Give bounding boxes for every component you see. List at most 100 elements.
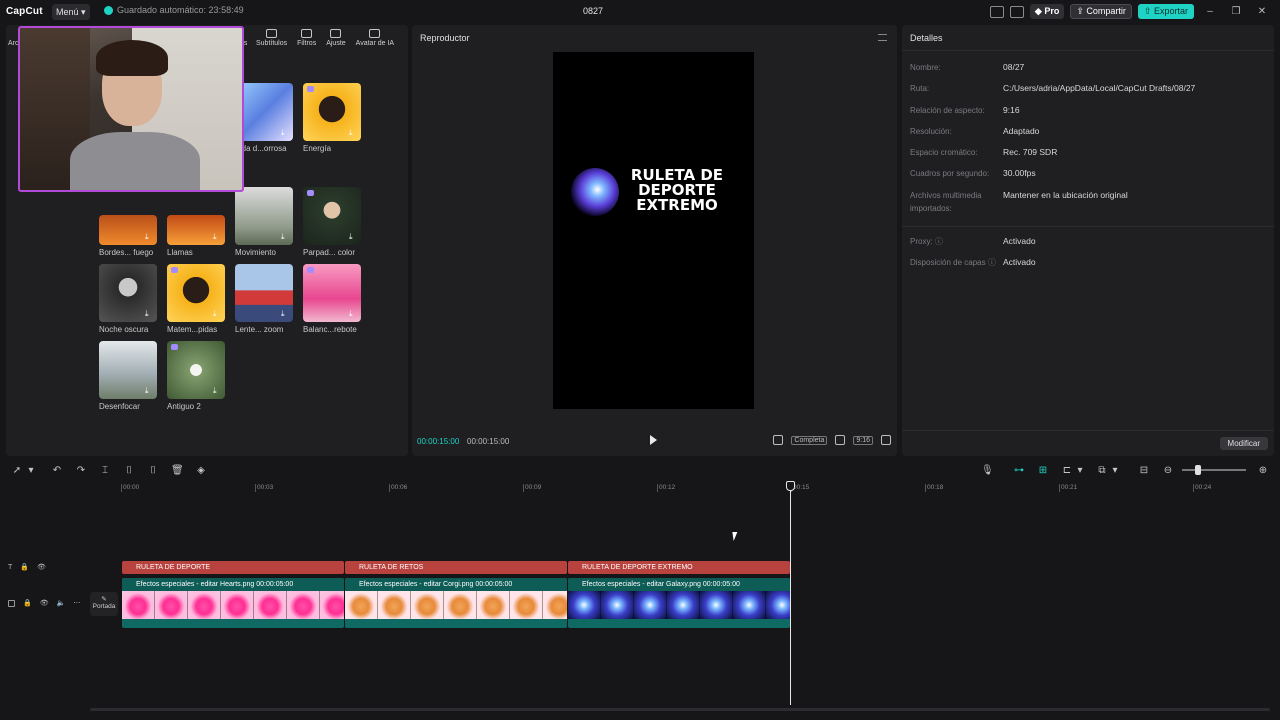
menu-button[interactable]: Menú ▾ [52, 4, 90, 20]
text-clip[interactable]: RULETA DE DEPORTE [122, 561, 344, 574]
playhead-handle[interactable] [786, 481, 795, 491]
lock-icon[interactable]: 🔒 [23, 599, 32, 607]
download-icon: ⤓ [349, 309, 353, 318]
play-icon[interactable] [650, 435, 657, 445]
text-track-icon: T [8, 563, 13, 571]
video-clip[interactable]: Efectos especiales - editar Corgi.png 00… [345, 578, 567, 628]
chevron-down-icon[interactable]: ▾ [25, 465, 37, 477]
share-icon: ⇪ [1076, 6, 1084, 16]
split-left-icon[interactable]: ⌷ [123, 465, 135, 477]
screenshot-icon[interactable] [835, 435, 846, 445]
effect-item[interactable]: ⤓ Noche oscura [99, 264, 157, 334]
close-icon[interactable]: ✕ [1252, 6, 1272, 17]
chevron-down-icon: ▾ [81, 7, 86, 17]
share-button[interactable]: ⇪ Compartir [1070, 4, 1132, 19]
effect-item[interactable]: ⤓ Balanc...rebote [303, 264, 361, 334]
redo-icon[interactable]: ↷ [75, 465, 87, 477]
effect-thumbnail: ⤓ [167, 215, 225, 245]
preview-canvas[interactable]: RULETA DE DEPORTE EXTREMO [553, 52, 754, 409]
tab-subtitles[interactable]: Subtítulos [256, 29, 287, 47]
speaker-icon[interactable]: 🔈 [57, 599, 66, 607]
ruler-tick: 00:21 [1058, 484, 1078, 492]
ruler-tick: 00:06 [388, 484, 408, 492]
shield-icon[interactable]: ◈ [195, 465, 207, 477]
magnet-link-icon[interactable]: ⊶ [1013, 465, 1025, 477]
effect-item[interactable]: ⤓ Energía [303, 83, 361, 153]
lock-icon[interactable]: 🔒 [20, 563, 29, 571]
effect-thumbnail: ⤓ [99, 215, 157, 245]
tab-filters[interactable]: Filtros [297, 29, 316, 47]
zoom-slider-handle[interactable] [1195, 465, 1201, 475]
effect-item[interactable]: ⤓ Movimiento [235, 187, 293, 257]
split-icon[interactable]: ⌶ [99, 465, 111, 477]
video-clip[interactable]: Efectos especiales - editar Galaxy.png 0… [568, 578, 790, 628]
effect-item[interactable]: ⤓ Antiguo 2 [167, 341, 225, 411]
effect-item[interactable]: ⤓ Bordes... fuego [99, 187, 157, 257]
eye-icon[interactable]: 👁 [40, 599, 49, 607]
gem-icon: ◆ [1034, 6, 1042, 16]
effect-thumbnail: ⤓ [303, 83, 361, 141]
chevron-down-icon[interactable]: ▾ [1109, 465, 1121, 477]
title-bar: CapCut Menú ▾ Guardado automático: 23:58… [0, 0, 1280, 24]
clip-label: Efectos especiales - editar Galaxy.png 0… [568, 578, 790, 591]
divider [902, 430, 1274, 431]
zoom-in-icon[interactable]: ⊕ [1257, 465, 1269, 477]
zoom-out-icon[interactable]: ⊖ [1162, 465, 1174, 477]
project-title[interactable]: 0827 [570, 6, 616, 16]
effect-thumbnail: ⤓ [167, 341, 225, 399]
details-title: Detalles [910, 33, 943, 43]
divider [902, 50, 1274, 51]
undo-icon[interactable]: ↶ [51, 465, 63, 477]
delete-icon[interactable]: 🗑 [171, 465, 184, 477]
ruler-tick: 00:24 [1192, 484, 1212, 492]
info-icon[interactable]: ⓘ [935, 237, 943, 246]
minimize-icon[interactable]: – [1200, 6, 1220, 17]
full-quality-button[interactable]: Completa [791, 435, 828, 445]
clip-filmstrip [122, 591, 344, 619]
export-button[interactable]: ⇧ Exportar [1137, 4, 1194, 19]
adjust-icon [330, 29, 342, 38]
microphone-icon[interactable]: 🎙 [981, 465, 994, 477]
time-ruler[interactable]: 00:00 00:03 00:06 00:09 00:12 00:15 00:1… [120, 482, 1280, 494]
eye-icon[interactable]: 👁 [37, 563, 46, 571]
link-clips-icon[interactable]: ⊞ [1037, 465, 1049, 477]
clip-filmstrip [345, 591, 567, 619]
split-right-icon[interactable]: ⌷ [147, 465, 159, 477]
tab-adjust[interactable]: Ajuste [326, 29, 346, 47]
side-label: Arc [8, 40, 19, 47]
zoom-slider[interactable] [1182, 469, 1246, 471]
pro-button[interactable]: ◆ Pro [1029, 4, 1065, 19]
effect-item[interactable]: ⤓ Desenfocar [99, 341, 157, 411]
effect-item[interactable]: ⤓ Parpad... color [303, 187, 361, 257]
maximize-icon[interactable]: ❐ [1226, 6, 1246, 17]
video-clip[interactable]: Efectos especiales - editar Hearts.png 0… [122, 578, 344, 628]
effect-item[interactable]: ⤓ Llamas [167, 187, 225, 257]
effect-item[interactable]: ⤓ Lente... zoom [235, 264, 293, 334]
aspect-ratio-button[interactable]: 9:16 [853, 435, 873, 445]
playhead[interactable] [790, 481, 791, 705]
preview-axis-icon[interactable]: ⊏ [1061, 465, 1073, 477]
filters-icon [301, 29, 313, 38]
tab-ai-avatar[interactable]: Avatar de IA [356, 29, 394, 47]
layout-icon[interactable] [989, 5, 1004, 18]
clip-frame [634, 591, 667, 619]
crop-icon[interactable] [773, 435, 784, 445]
webcam-person-shirt [70, 132, 200, 190]
clip-frame [444, 591, 477, 619]
caption-icon[interactable]: ⊟ [1138, 465, 1150, 477]
chevron-down-icon[interactable]: ▾ [1074, 465, 1086, 477]
download-icon: ⤓ [349, 232, 353, 241]
snap-icon[interactable]: ⧉ [1096, 465, 1108, 477]
more-icon[interactable]: ⋯ [73, 599, 80, 607]
modify-button[interactable]: Modificar [1219, 437, 1268, 450]
hamburger-icon[interactable] [878, 34, 887, 41]
timeline-scrollbar[interactable] [90, 708, 1270, 711]
cover-button[interactable]: ✎ Portada [90, 592, 118, 616]
effect-item[interactable]: ⤓ Matem...pidas [167, 264, 225, 334]
text-clip[interactable]: RULETA DE RETOS [345, 561, 567, 574]
text-clip[interactable]: RULETA DE DEPORTE EXTREMO [568, 561, 790, 574]
fullscreen-icon[interactable] [881, 435, 891, 445]
select-cursor-icon[interactable]: ➚ [11, 465, 23, 477]
shortcuts-icon[interactable] [1009, 5, 1024, 18]
info-icon[interactable]: ⓘ [988, 258, 996, 267]
